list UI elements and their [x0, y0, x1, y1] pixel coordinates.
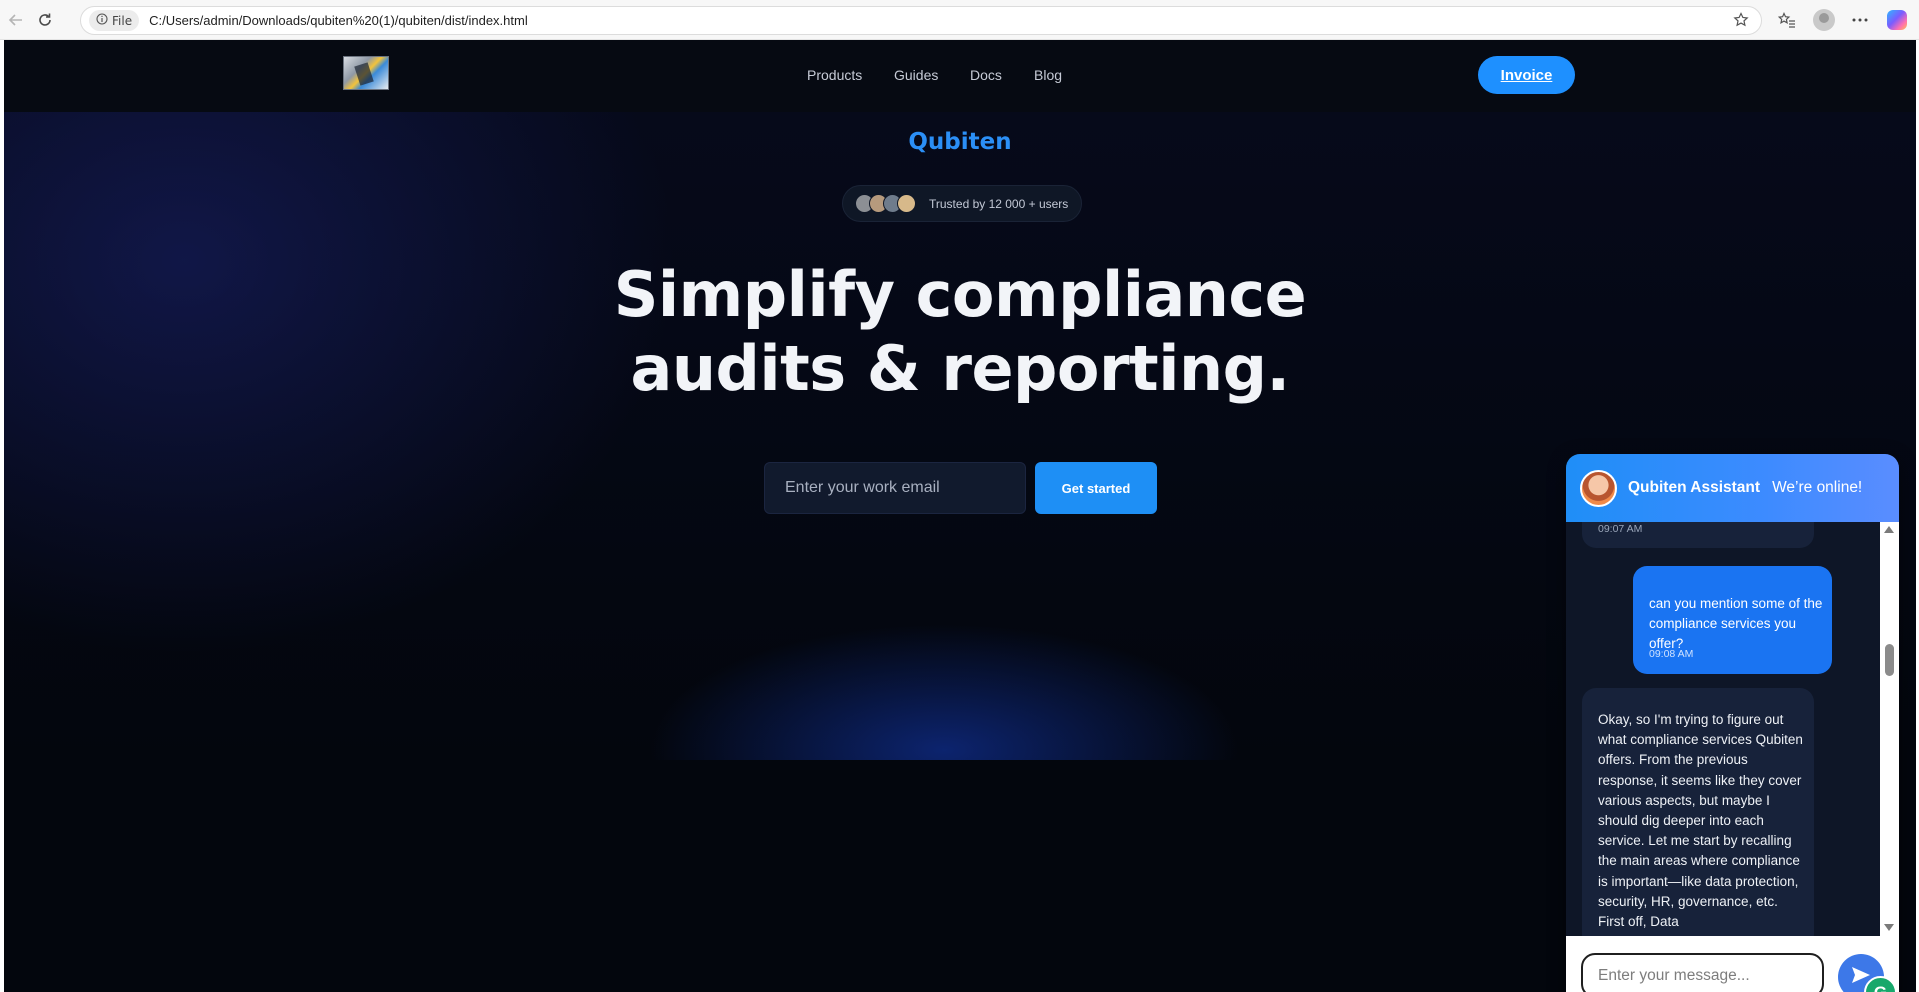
chat-messages[interactable]: 09:07 AM can you mention some of the com… — [1566, 522, 1899, 936]
site-info-chip[interactable]: File — [89, 10, 140, 31]
favorites-icon[interactable] — [1775, 8, 1799, 32]
message-time: 09:07 AM — [1598, 523, 1643, 535]
main-nav: Products Guides Docs Blog — [4, 67, 1916, 87]
nav-docs[interactable]: Docs — [970, 67, 1002, 83]
chat-header: Qubiten Assistant We’re online! — [1566, 454, 1899, 522]
chat-widget: Qubiten Assistant We’re online! 09:07 AM… — [1566, 454, 1899, 992]
nav-guides[interactable]: Guides — [894, 67, 938, 83]
message-text: Okay, so I'm trying to figure out what c… — [1598, 712, 1803, 930]
invoice-button[interactable]: Invoice — [1478, 56, 1575, 94]
chat-message-input[interactable] — [1581, 953, 1824, 992]
page-viewport: Products Guides Docs Blog Invoice Qubite… — [4, 40, 1916, 992]
user-message: can you mention some of the compliance s… — [1633, 566, 1832, 674]
browser-toolbar: File C:/Users/admin/Downloads/qubiten%20… — [0, 0, 1919, 40]
assistant-name: Qubiten Assistant — [1628, 479, 1761, 496]
bot-message: Okay, so I'm trying to figure out what c… — [1582, 688, 1814, 936]
nav-products[interactable]: Products — [807, 67, 862, 83]
work-email-input[interactable] — [764, 462, 1026, 514]
back-arrow-icon[interactable] — [4, 8, 28, 32]
more-icon[interactable] — [1848, 8, 1872, 32]
trust-badge: Trusted by 12 000 + users — [842, 185, 1082, 222]
avatar — [897, 194, 916, 213]
nav-blog[interactable]: Blog — [1034, 67, 1062, 83]
message-time: 09:08 AM — [1649, 648, 1694, 660]
profile-icon[interactable] — [1812, 8, 1836, 32]
scroll-down-icon[interactable] — [1884, 924, 1894, 931]
get-started-button[interactable]: Get started — [1035, 462, 1157, 514]
message-text: can you mention some of the compliance s… — [1649, 596, 1823, 651]
copilot-icon[interactable] — [1885, 8, 1909, 32]
brand-title: Qubiten — [908, 129, 1012, 155]
address-bar[interactable]: File C:/Users/admin/Downloads/qubiten%20… — [80, 6, 1762, 35]
scroll-thumb[interactable] — [1885, 644, 1894, 676]
user-avatars — [855, 194, 916, 213]
chat-footer: G — [1566, 936, 1899, 992]
bot-message: 09:07 AM — [1582, 522, 1814, 548]
star-icon[interactable] — [1733, 12, 1749, 32]
assistant-avatar — [1580, 469, 1617, 507]
online-status: We’re online! — [1772, 479, 1863, 496]
hero-headline: Simplify compliance audits & reporting. — [4, 258, 1916, 406]
info-icon — [96, 13, 108, 28]
hero-headline-line2: audits & reporting. — [630, 332, 1290, 405]
scroll-up-icon[interactable] — [1884, 526, 1894, 533]
file-label: File — [112, 13, 133, 28]
hero-headline-line1: Simplify compliance — [613, 258, 1307, 331]
chat-scrollbar[interactable] — [1880, 522, 1899, 936]
reload-icon[interactable] — [33, 8, 57, 32]
url-text[interactable]: C:/Users/admin/Downloads/qubiten%20(1)/q… — [149, 13, 528, 28]
trust-text: Trusted by 12 000 + users — [929, 196, 1069, 211]
